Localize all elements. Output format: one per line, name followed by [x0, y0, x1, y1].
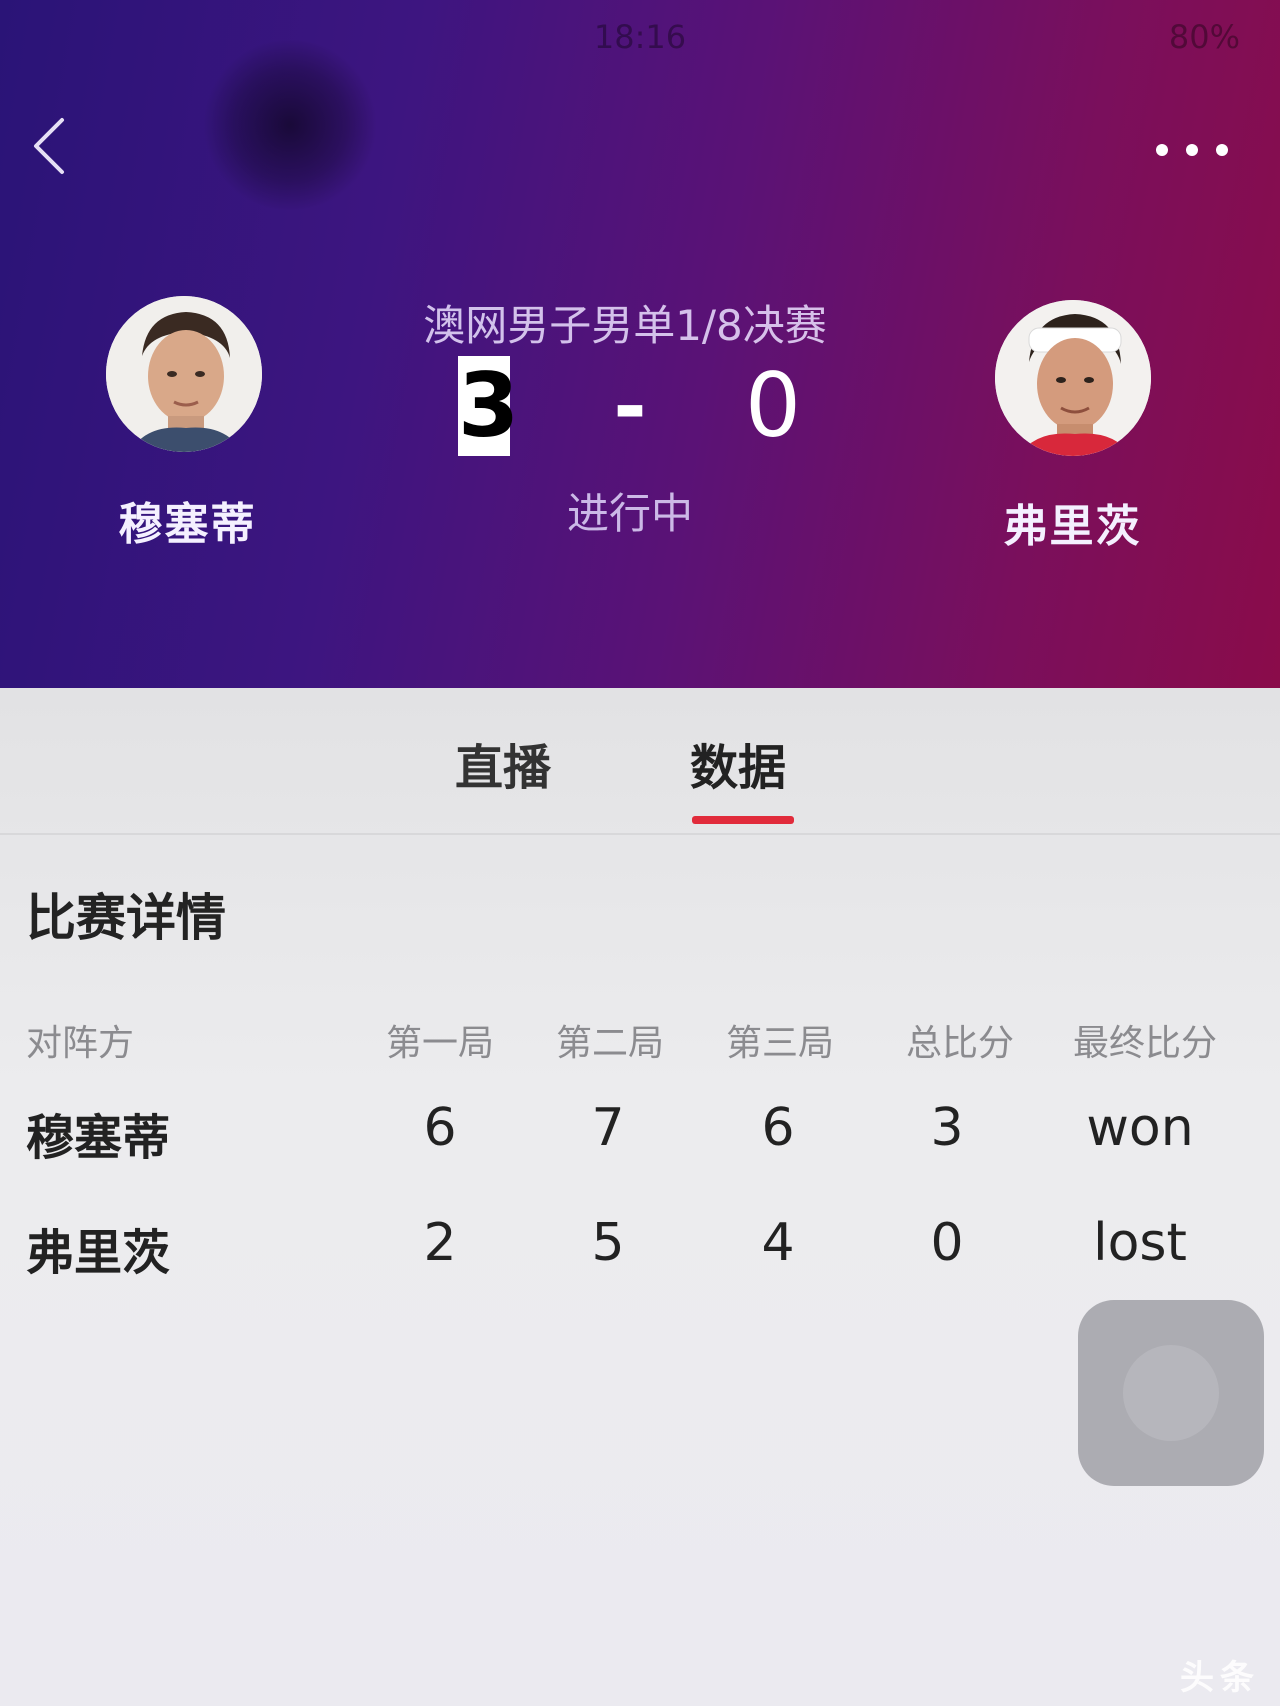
column-header-set2: 第二局	[555, 1023, 664, 1064]
column-header-matchup: 对阵方	[26, 1023, 135, 1064]
column-header-total: 总比分	[905, 1023, 1014, 1064]
column-header-final: 最终比分	[1072, 1023, 1217, 1064]
status-time: 18:16	[593, 18, 687, 56]
player-avatar-right[interactable]	[995, 300, 1151, 456]
tab-data[interactable]: 数据	[690, 728, 786, 798]
player-photo-left	[106, 296, 262, 452]
more-dots-icon	[1156, 144, 1228, 156]
match-status: 进行中	[566, 489, 693, 538]
score-away: 0	[745, 354, 801, 457]
score-home: 3	[458, 354, 520, 457]
tab-divider	[0, 833, 1280, 835]
row-set1-score: 6	[423, 1098, 457, 1158]
column-header-set3: 第三局	[725, 1023, 834, 1064]
row-player-name: 弗里茨	[26, 1225, 171, 1281]
battery-indicator: 80%	[1168, 18, 1240, 56]
assistive-touch-icon	[1123, 1345, 1219, 1441]
match-header: 穆塞蒂 弗里茨 澳网男子男单1/8决赛 3 - 0 进行中	[0, 0, 1280, 688]
row-player-name: 穆塞蒂	[26, 1110, 171, 1166]
section-title: 比赛详情	[26, 889, 226, 947]
row-total-score: 3	[930, 1098, 964, 1158]
score-separator: -	[613, 360, 647, 453]
match-content: 直播 数据 比赛详情 对阵方 第一局 第二局 第三局 总比分 最终比分 穆塞蒂 …	[0, 688, 1280, 1706]
player-name-right[interactable]: 弗里茨	[990, 490, 1155, 554]
active-tab-indicator	[692, 816, 794, 824]
chevron-left-icon	[34, 118, 64, 174]
row-set3-score: 4	[761, 1213, 795, 1273]
row-final-result: lost	[1093, 1213, 1187, 1273]
assistive-touch-button[interactable]	[1078, 1300, 1264, 1486]
column-header-set1: 第一局	[385, 1023, 494, 1064]
tab-live[interactable]: 直播	[455, 728, 551, 798]
back-button[interactable]	[22, 100, 102, 180]
player-photo-right	[995, 300, 1151, 456]
row-set1-score: 2	[423, 1213, 457, 1273]
watermark-logo: 头条	[1180, 1658, 1260, 1698]
row-final-result: won	[1086, 1098, 1194, 1158]
player-avatar-left[interactable]	[106, 296, 262, 452]
row-set3-score: 6	[761, 1098, 795, 1158]
match-title: 澳网男子男单1/8决赛	[423, 301, 827, 350]
player-name-left[interactable]: 穆塞蒂	[105, 488, 270, 552]
row-set2-score: 7	[591, 1098, 625, 1158]
status-bar: 18:16 80%	[0, 0, 1280, 80]
row-total-score: 0	[930, 1213, 964, 1273]
more-button[interactable]	[1140, 130, 1250, 170]
row-set2-score: 5	[591, 1213, 625, 1273]
